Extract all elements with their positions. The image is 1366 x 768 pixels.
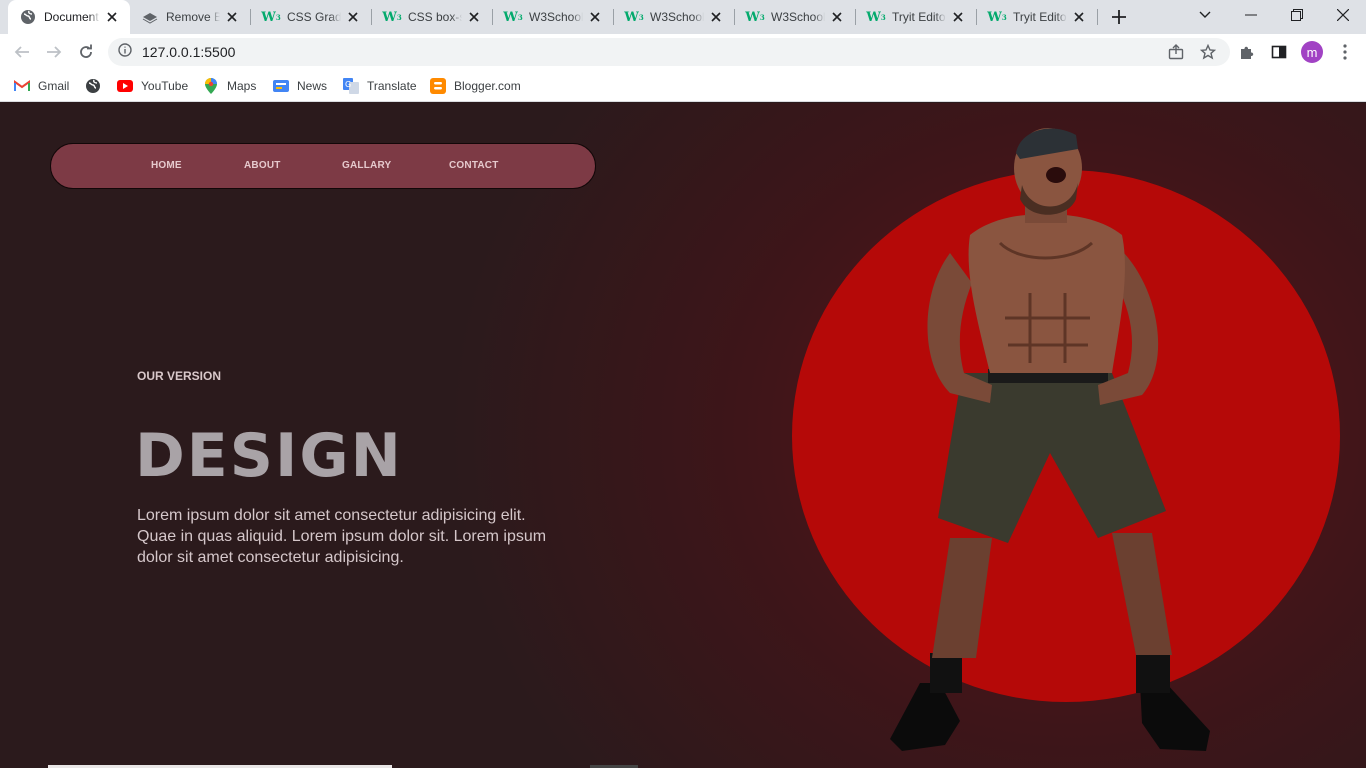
profile-avatar[interactable]: m — [1301, 41, 1323, 63]
side-panel-icon — [1271, 45, 1287, 59]
tab-title: Tryit Editor — [892, 10, 946, 24]
bookmark-globe[interactable] — [85, 76, 109, 96]
reload-icon — [80, 44, 92, 58]
remove-bg-icon — [142, 9, 158, 25]
maps-icon — [203, 78, 219, 94]
athlete-image — [890, 128, 1210, 751]
restore-button[interactable] — [1274, 0, 1320, 30]
tab-title: Document — [44, 10, 99, 24]
bookmark-news[interactable]: News — [273, 76, 327, 96]
nav-contact-link[interactable]: CONTACT — [449, 160, 499, 171]
tab-css-box-shadow[interactable]: W3 CSS box-sh — [372, 0, 492, 34]
tab-title: W3Schools — [650, 10, 704, 24]
tab-w3schools-1[interactable]: W3 W3Schools — [493, 0, 613, 34]
bookmark-label: Maps — [227, 79, 257, 93]
close-icon[interactable] — [104, 9, 120, 25]
w3schools-icon: W3 — [987, 9, 1007, 25]
bookmark-youtube[interactable]: YouTube — [117, 76, 188, 96]
hero-paragraph: Lorem ipsum dolor sit amet consectetur a… — [137, 507, 547, 566]
close-icon[interactable] — [587, 9, 603, 25]
puzzle-icon — [1241, 46, 1254, 59]
close-icon[interactable] — [950, 9, 966, 25]
close-icon — [1337, 9, 1349, 21]
bookmark-gmail[interactable]: Gmail — [14, 76, 69, 96]
web-page: HOME ABOUT GALLARY CONTACT OUR VERSION D… — [0, 103, 1366, 768]
url-text: 127.0.0.1:5500 — [142, 44, 236, 60]
info-icon[interactable] — [118, 42, 132, 62]
translate-icon: G — [343, 78, 359, 94]
menu-button[interactable] — [1333, 40, 1357, 64]
w3schools-icon: W3 — [503, 9, 523, 25]
w3schools-icon: W3 — [261, 9, 281, 25]
hero-headline: DESIGN — [135, 421, 403, 491]
gmail-icon — [14, 78, 30, 94]
forward-button[interactable] — [42, 40, 66, 64]
arrow-left-icon — [14, 46, 29, 58]
side-panel-button[interactable] — [1267, 40, 1291, 64]
browser-toolbar: 127.0.0.1:5500 m — [0, 34, 1366, 70]
new-tab-button[interactable] — [1107, 5, 1131, 29]
tab-title: Remove Ba — [166, 10, 220, 24]
plus-icon — [1112, 10, 1126, 24]
youtube-icon — [117, 78, 133, 94]
tab-title: W3Schools — [529, 10, 583, 24]
nav-home-link[interactable]: HOME — [151, 160, 182, 171]
minimize-button[interactable] — [1228, 0, 1274, 30]
bookmark-label: Blogger.com — [454, 79, 521, 93]
minimize-icon — [1245, 14, 1257, 16]
svg-text:G: G — [345, 80, 351, 89]
back-button[interactable] — [10, 40, 34, 64]
tab-search-button[interactable] — [1182, 0, 1228, 30]
close-icon[interactable] — [224, 9, 240, 25]
arrow-right-icon — [47, 46, 62, 58]
restore-icon — [1291, 9, 1303, 21]
w3schools-icon: W3 — [624, 9, 644, 25]
more-vert-icon — [1343, 44, 1347, 60]
close-icon[interactable] — [466, 9, 482, 25]
bookmark-label: Translate — [367, 79, 417, 93]
tab-title: CSS box-sh — [408, 10, 462, 24]
share-icon[interactable] — [1166, 42, 1186, 62]
bookmark-label: YouTube — [141, 79, 189, 93]
tab-title: CSS Gradie — [287, 10, 341, 24]
nav-gallary-link[interactable]: GALLARY — [342, 160, 391, 171]
bookmarks-bar: Gmail YouTube Maps News G Translate Blog… — [0, 70, 1366, 102]
address-bar[interactable]: 127.0.0.1:5500 — [108, 38, 1230, 66]
nav-about-link[interactable]: ABOUT — [244, 160, 281, 171]
close-icon[interactable] — [1071, 9, 1087, 25]
blogger-icon — [430, 78, 446, 94]
bookmark-translate[interactable]: G Translate — [343, 76, 417, 96]
close-icon[interactable] — [829, 9, 845, 25]
bookmark-label: News — [297, 79, 328, 93]
w3schools-icon: W3 — [745, 9, 765, 25]
tab-title: Tryit Editor — [1013, 10, 1067, 24]
tab-tryit-2[interactable]: W3 Tryit Editor — [977, 0, 1097, 34]
bookmark-maps[interactable]: Maps — [203, 76, 256, 96]
bookmark-star-icon[interactable] — [1198, 42, 1218, 62]
tab-title: W3Schools — [771, 10, 825, 24]
news-icon — [273, 78, 289, 94]
w3schools-icon: W3 — [866, 9, 886, 25]
chevron-down-icon — [1199, 11, 1211, 18]
site-nav: HOME ABOUT GALLARY CONTACT — [50, 143, 596, 189]
tab-tryit-1[interactable]: W3 Tryit Editor — [856, 0, 976, 34]
bookmark-label: Gmail — [38, 79, 70, 93]
close-window-button[interactable] — [1320, 0, 1366, 30]
tab-css-gradient[interactable]: W3 CSS Gradie — [251, 0, 371, 34]
tab-w3schools-3[interactable]: W3 W3Schools — [735, 0, 855, 34]
tab-strip: Document Remove Ba W3 CSS Gradie W3 CSS … — [0, 0, 1366, 34]
w3schools-icon: W3 — [382, 9, 402, 25]
tab-document[interactable]: Document — [8, 0, 130, 34]
bookmark-blogger[interactable]: Blogger.com — [430, 76, 521, 96]
hero-eyebrow: OUR VERSION — [137, 369, 222, 383]
globe-icon — [20, 9, 36, 25]
tab-w3schools-2[interactable]: W3 W3Schools — [614, 0, 734, 34]
reload-button[interactable] — [74, 40, 98, 64]
tab-remove-bg[interactable]: Remove Ba — [130, 0, 250, 34]
close-icon[interactable] — [345, 9, 361, 25]
globe-icon — [85, 78, 101, 94]
close-icon[interactable] — [708, 9, 724, 25]
extensions-button[interactable] — [1235, 40, 1259, 64]
